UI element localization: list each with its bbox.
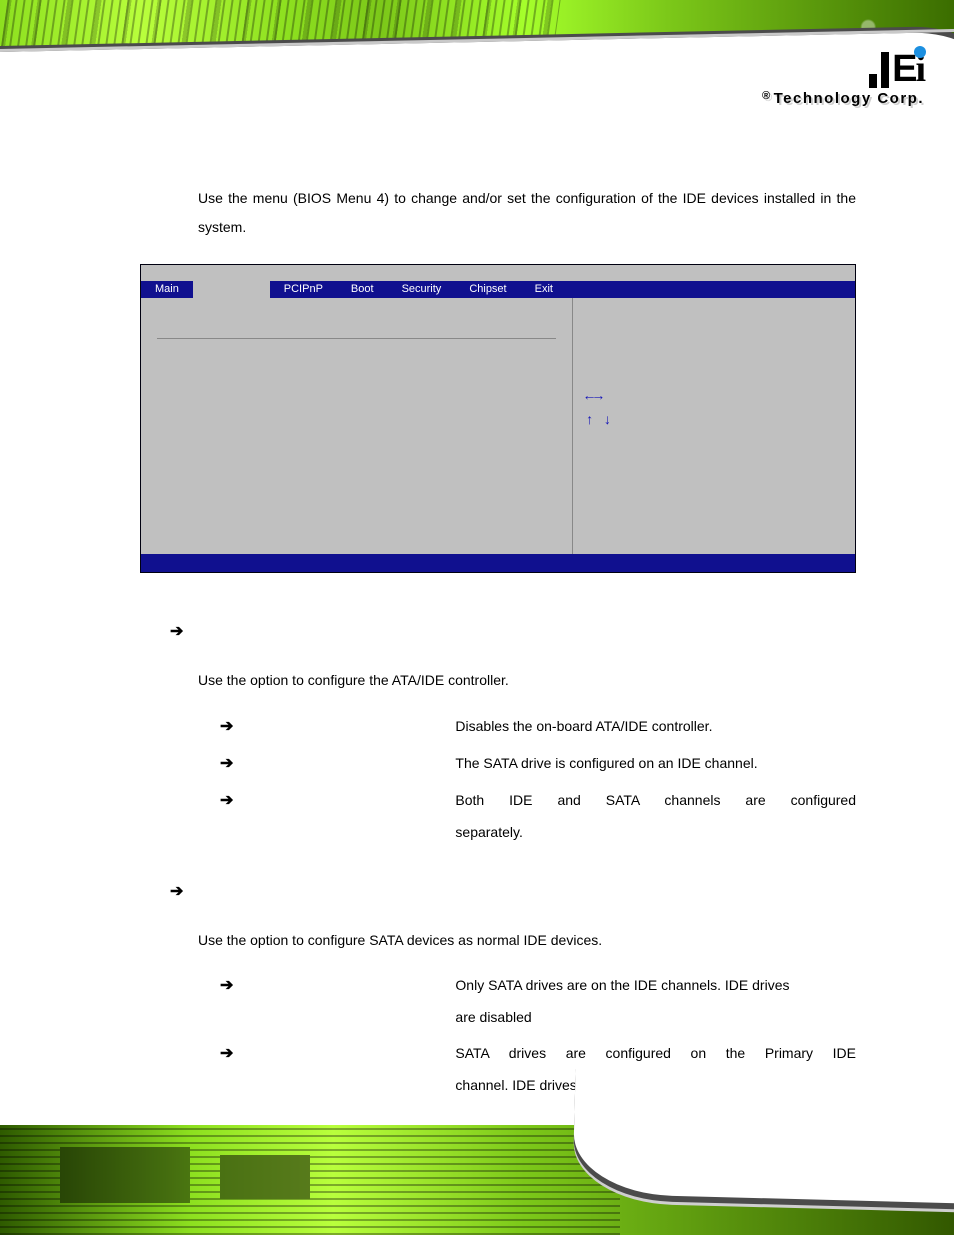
brand-block: Ei ®Technology Corp. [762,50,924,107]
bios-tab-bar: Main Advanced PCIPnP Boot Security Chips… [141,281,855,298]
bios-tab-advanced: Advanced [193,281,270,298]
arrow-right-icon: ➔ [170,615,183,648]
section-2-head: ➔ [170,875,856,908]
page-content: Use the menu (BIOS Menu 4) to change and… [140,170,856,1106]
section-2-intro: Use the option to configure SATA devices… [198,926,856,955]
bios-screenshot: Main Advanced PCIPnP Boot Security Chips… [140,264,856,573]
option-desc: Both IDE and SATA channels are configure… [455,784,856,848]
intro-prefix: Use the [198,190,253,206]
footer-decoration [0,1125,954,1235]
brand-subtitle: ®Technology Corp. [762,90,924,107]
intro-suffix: menu (BIOS Menu 4) to change and/or set … [198,190,856,235]
bios-key-select-item: Select Item [621,416,702,429]
arrow-right-icon: ➔ [220,747,233,780]
arrow-right-icon: ➔ [170,875,183,908]
option-row: ➔ The SATA drive is configured on an IDE… [220,747,856,780]
bios-key-select-screen: Select Screen [621,392,717,405]
brand-name: Technology Corp. [774,90,924,107]
bios-body: ←→Select Screen ↑ ↓Select Item [141,298,855,554]
option-desc: Only SATA drives are on the IDE channels… [455,969,856,1033]
bios-foot-bar [141,554,855,572]
option-desc: The SATA drive is configured on an IDE c… [455,747,856,779]
bios-right-pane: ←→Select Screen ↑ ↓Select Item [572,298,855,554]
intro-paragraph: Use the menu (BIOS Menu 4) to change and… [198,184,856,242]
arrow-right-icon: ➔ [220,710,233,743]
arrow-right-icon: ➔ [220,969,233,1002]
arrow-lr-icon: ←→ [585,386,621,410]
bios-help-keys: ←→Select Screen ↑ ↓Select Item [585,386,843,512]
option-desc: Disables the on-board ATA/IDE controller… [455,710,856,742]
option-row: ➔ Both IDE and SATA channels are configu… [220,784,856,848]
reg-mark: ® [762,90,772,102]
option-section-1: ➔ Use the option to configure the ATA/ID… [140,615,856,848]
brand-logo-iei: Ei [869,50,924,88]
arrow-right-icon: ➔ [220,1037,233,1070]
arrow-right-icon: ➔ [220,784,233,817]
option-row: ➔ Only SATA drives are on the IDE channe… [220,969,856,1033]
option-row: ➔ Disables the on-board ATA/IDE controll… [220,710,856,743]
bios-left-pane [141,298,572,554]
section-1-head: ➔ [170,615,856,648]
section-1-intro: Use the option to configure the ATA/IDE … [198,666,856,695]
arrow-ud-icon: ↑ ↓ [585,410,621,434]
